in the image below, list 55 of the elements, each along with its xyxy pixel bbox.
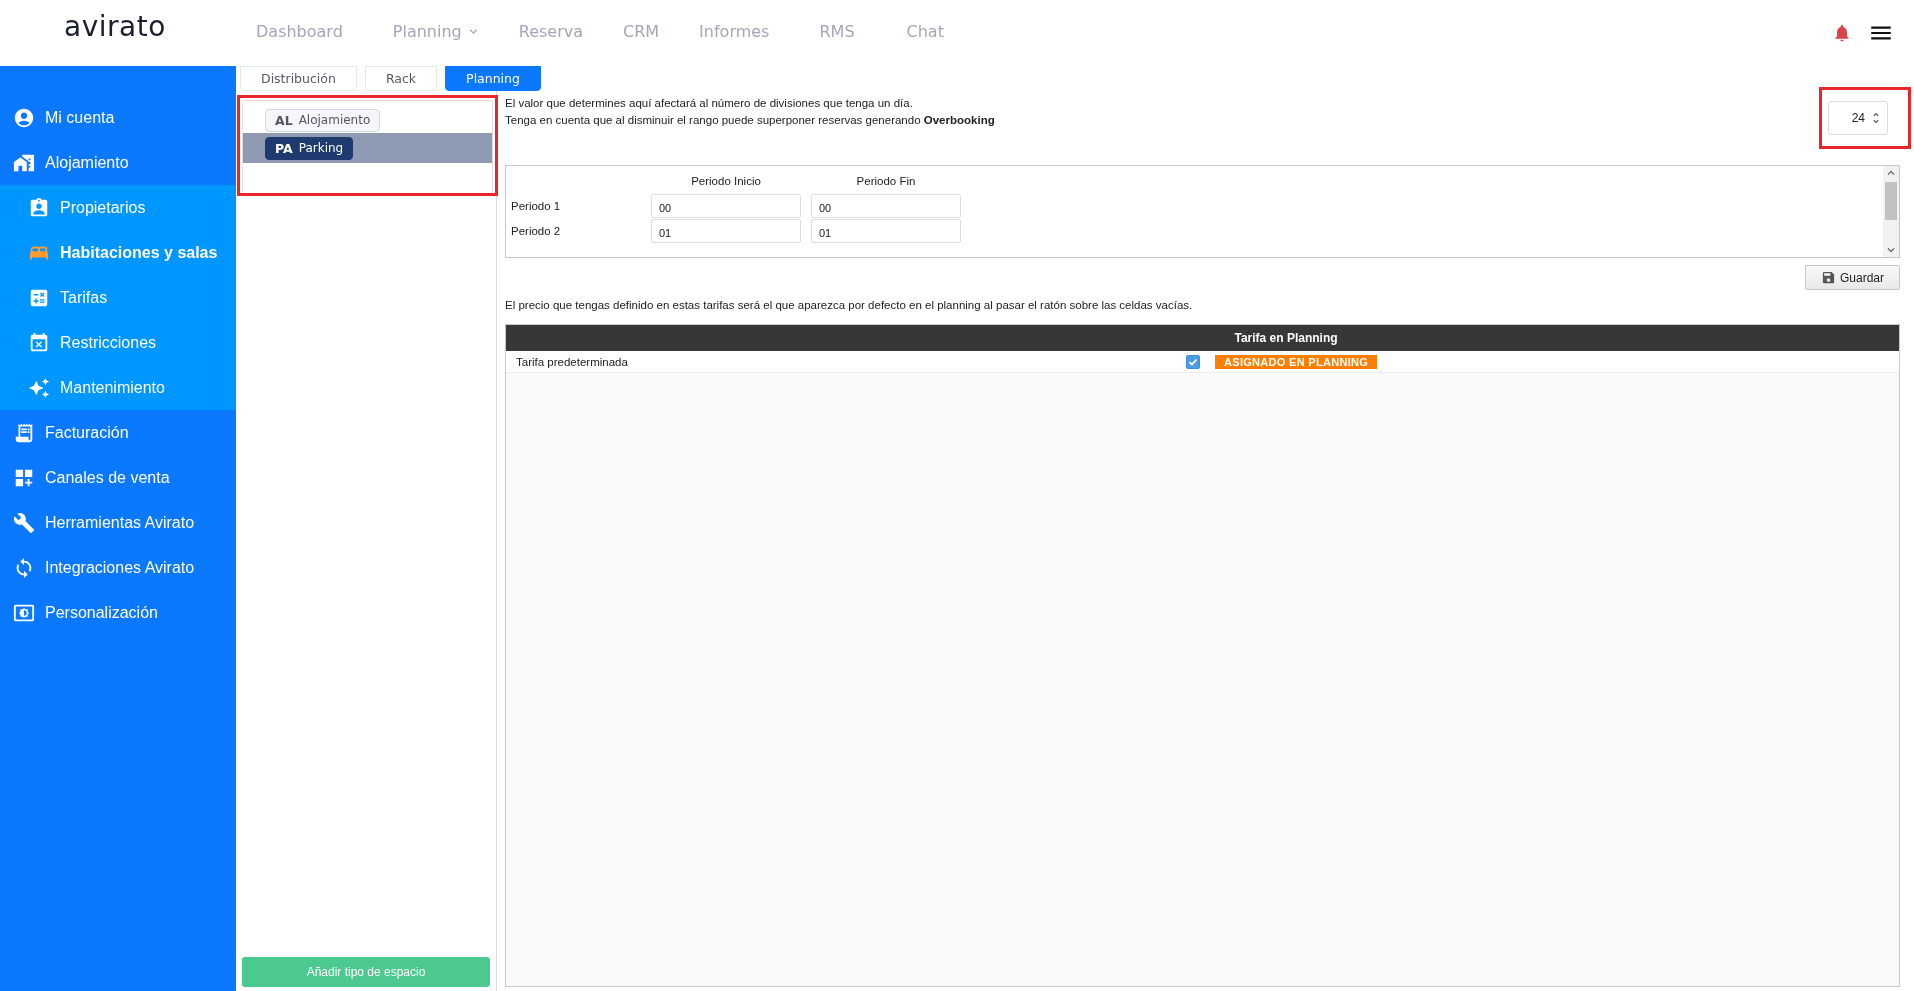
save-icon bbox=[1821, 270, 1836, 285]
nav-link[interactable]: RMS bbox=[819, 22, 855, 41]
input-field[interactable]: 00 bbox=[811, 194, 961, 218]
nav-link[interactable]: Planning bbox=[392, 22, 481, 41]
badge-icon bbox=[28, 196, 50, 219]
tab[interactable]: Rack bbox=[364, 66, 438, 91]
bell-icon[interactable] bbox=[1832, 23, 1852, 43]
sidebar-item[interactable]: Canales de venta bbox=[0, 455, 236, 500]
nav-link[interactable]: Chat bbox=[906, 22, 944, 41]
row-label: Periodo 1 bbox=[511, 199, 562, 214]
sidebar-item[interactable]: Integraciones Avirato bbox=[0, 545, 236, 590]
account-icon bbox=[13, 106, 35, 129]
receipt-icon bbox=[13, 421, 35, 444]
logo[interactable]: avirato bbox=[64, 9, 256, 43]
nav-link[interactable]: CRM bbox=[623, 22, 660, 41]
number-field[interactable]: 24 bbox=[1828, 101, 1888, 135]
submenu-item[interactable]: Restricciones bbox=[0, 320, 236, 365]
table-cell-text: Tarifa predeterminada bbox=[515, 355, 629, 368]
info-text: El precio que tengas definido en estas tarifas será el que aparezca por defecto en el planning al pasar el ratón sobre las celdas vacías. bbox=[505, 299, 1194, 311]
input-field[interactable]: 00 bbox=[651, 194, 801, 218]
info-text: Tenga en cuenta que al disminuir el rango puede superponer reservas generando Overbooking bbox=[505, 113, 995, 128]
checkbox[interactable] bbox=[1186, 354, 1200, 369]
sparkles-icon bbox=[28, 376, 50, 399]
info-text: El valor que determines aquí afectará al número de divisiones que tenga un día. bbox=[505, 96, 914, 111]
nav-link[interactable]: Reserva bbox=[518, 22, 583, 41]
space-type-row[interactable]: AL Alojamiento bbox=[243, 107, 492, 133]
submenu-item[interactable]: Habitaciones y salas bbox=[0, 230, 236, 275]
space-type-chip[interactable]: PA Parking bbox=[265, 136, 354, 160]
input-field[interactable]: 01 bbox=[651, 219, 801, 243]
column-header: Periodo Inicio bbox=[690, 174, 762, 189]
space-type-row[interactable]: PA Parking bbox=[243, 133, 492, 163]
checkmark-icon bbox=[1188, 356, 1198, 367]
space-type-chip[interactable]: AL Alojamiento bbox=[265, 108, 381, 132]
add-space-type-button[interactable]: Añadir tipo de espacio bbox=[242, 957, 490, 987]
calendar-cross-icon bbox=[28, 331, 50, 354]
submenu-item[interactable]: Propietarios bbox=[0, 185, 236, 230]
tab[interactable]: Planning bbox=[445, 66, 541, 91]
row-label: Periodo 2 bbox=[511, 224, 562, 239]
column-header: Periodo Fin bbox=[855, 174, 917, 189]
sidebar-item[interactable]: Herramientas Avirato bbox=[0, 500, 236, 545]
sidebar-item[interactable]: Personalización bbox=[0, 590, 236, 635]
column-header: Tarifa en Planning bbox=[1233, 331, 1339, 345]
tab[interactable]: Distribución bbox=[240, 66, 357, 91]
scrollbar[interactable] bbox=[1883, 166, 1899, 257]
submenu-item[interactable]: Tarifas bbox=[0, 275, 236, 320]
sidebar-item[interactable]: Facturación bbox=[0, 410, 236, 455]
submenu-item[interactable]: Mantenimiento bbox=[0, 365, 236, 410]
wrench-icon bbox=[13, 511, 35, 534]
save-button[interactable]: Guardar bbox=[1805, 265, 1900, 290]
sidebar-item[interactable]: Alojamiento bbox=[0, 140, 236, 185]
status-badge: ASIGNADO EN PLANNING bbox=[1215, 354, 1378, 369]
sidebar-item[interactable]: Mi cuenta bbox=[0, 95, 236, 140]
nav-link[interactable]: Dashboard bbox=[256, 22, 343, 41]
input-field[interactable]: 01 bbox=[811, 219, 961, 243]
nav-link[interactable]: Informes bbox=[699, 22, 770, 41]
